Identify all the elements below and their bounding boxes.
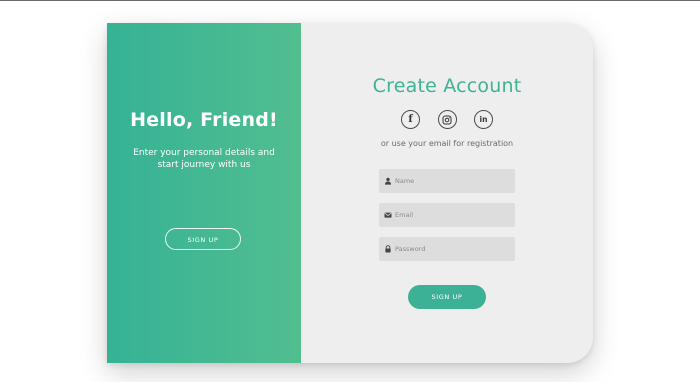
overlay-title: Hello, Friend!: [130, 109, 278, 131]
name-input[interactable]: [395, 171, 515, 191]
create-account-form: Create Account f in or use your email fo…: [301, 23, 593, 363]
facebook-glyph: f: [408, 114, 413, 125]
top-divider: [0, 0, 700, 1]
facebook-icon[interactable]: f: [401, 110, 420, 129]
password-input[interactable]: [395, 239, 515, 259]
welcome-overlay-panel: Hello, Friend! Enter your personal detai…: [107, 23, 301, 363]
overlay-sign-up-button[interactable]: SIGN UP: [165, 228, 241, 250]
instagram-glyph: [442, 115, 452, 124]
registration-hint: or use your email for registration: [380, 139, 514, 148]
linkedin-icon[interactable]: in: [474, 110, 493, 129]
sign-up-submit-button[interactable]: SIGN UP: [408, 285, 486, 309]
instagram-icon[interactable]: [437, 110, 457, 129]
auth-card: Hello, Friend! Enter your personal detai…: [107, 23, 593, 363]
user-icon: [384, 177, 392, 185]
email-input[interactable]: [395, 205, 515, 225]
overlay-message: Enter your personal details and start jo…: [133, 148, 275, 170]
linkedin-glyph: in: [479, 115, 488, 124]
lock-icon: [384, 245, 392, 253]
social-login-row: f in: [401, 110, 493, 132]
password-field[interactable]: [379, 237, 515, 261]
envelope-icon: [384, 211, 392, 219]
form-title: Create Account: [372, 75, 522, 97]
email-field[interactable]: [379, 203, 515, 227]
name-field[interactable]: [379, 169, 515, 193]
